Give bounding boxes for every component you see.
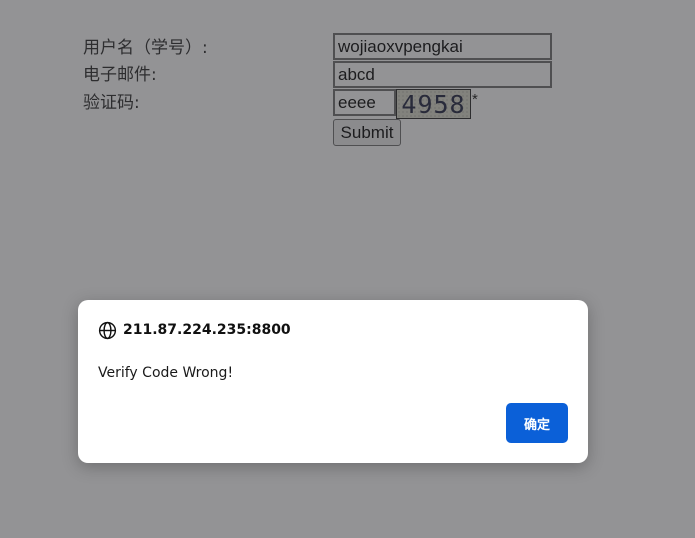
alert-dialog: 211.87.224.235:8800 Verify Code Wrong! 确… xyxy=(78,300,588,463)
globe-icon xyxy=(98,321,117,340)
ok-button[interactable]: 确定 xyxy=(506,403,568,443)
dialog-origin: 211.87.224.235:8800 xyxy=(98,320,291,340)
dialog-message: Verify Code Wrong! xyxy=(98,365,234,381)
dialog-origin-text: 211.87.224.235:8800 xyxy=(123,322,291,338)
